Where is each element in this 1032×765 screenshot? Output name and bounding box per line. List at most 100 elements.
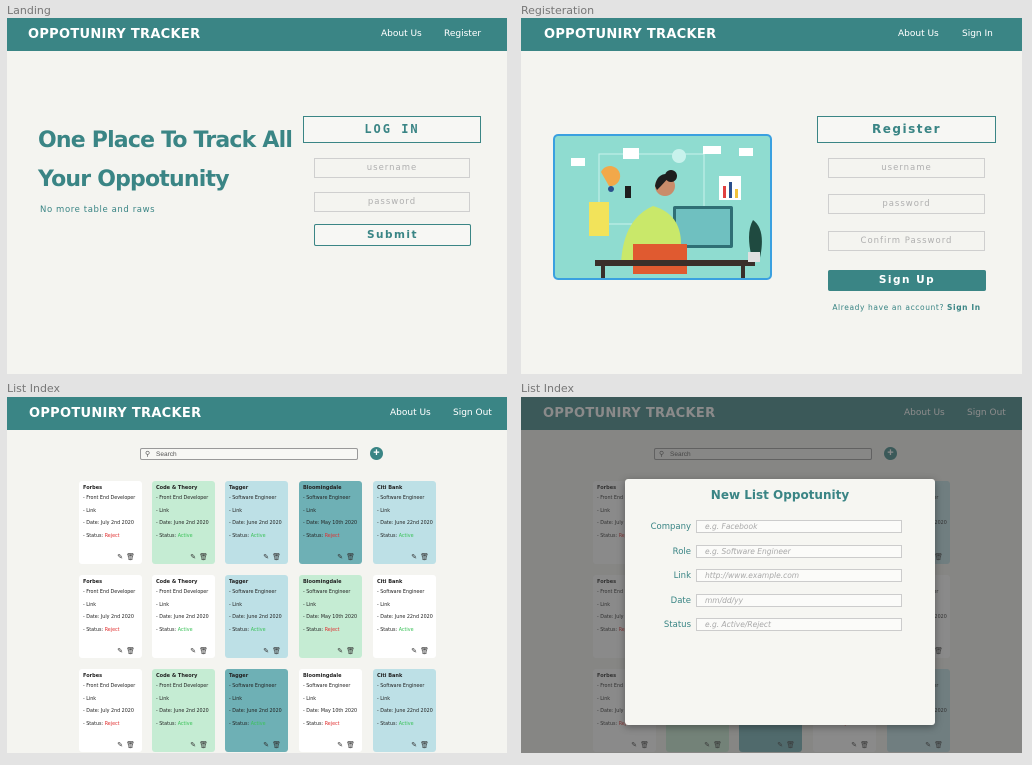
opportunity-card[interactable]: Code & Theory - Front End Developer - Link… [152, 575, 215, 658]
card-company: Bloomingdale [303, 579, 342, 585]
card-date: - Date: June 2nd 2020 [156, 615, 209, 620]
opportunity-card[interactable]: Bloomingdale - Software Engineer - Link - D… [299, 575, 362, 658]
card-link[interactable]: - Link [229, 509, 285, 515]
trash-icon[interactable]: 🗑 [346, 647, 358, 655]
nav-register-link[interactable]: Register [444, 29, 481, 39]
card-link[interactable]: - Link [156, 697, 212, 703]
edit-icon[interactable]: ✎ [337, 553, 346, 561]
card-actions: ✎🗑 [337, 647, 358, 655]
search-input[interactable]: ⚲ Search [140, 448, 358, 460]
edit-icon[interactable]: ✎ [337, 741, 346, 749]
card-link[interactable]: - Link [377, 509, 433, 515]
edit-icon[interactable]: ✎ [190, 553, 199, 561]
add-opportunity-button[interactable]: + [370, 447, 383, 460]
edit-icon[interactable]: ✎ [117, 741, 126, 749]
brand-logo[interactable]: OPPOTUNIRY TRACKER [28, 27, 200, 42]
card-role: - Front End Developer [156, 590, 209, 595]
card-role: - Software Engineer [229, 590, 277, 595]
trash-icon[interactable]: 🗑 [199, 647, 211, 655]
card-link[interactable]: - Link [303, 697, 359, 703]
trash-icon[interactable]: 🗑 [199, 553, 211, 561]
card-actions: ✎🗑 [263, 553, 284, 561]
trash-icon[interactable]: 🗑 [420, 553, 432, 561]
password-input[interactable]: password [828, 194, 985, 214]
card-link[interactable]: - Link [377, 603, 433, 609]
card-date: - Date: May 10th 2020 [303, 709, 358, 714]
company-input[interactable]: e.g. Facebook [696, 520, 902, 533]
opportunity-card[interactable]: Bloomingdale - Software Engineer - Link - D… [299, 669, 362, 752]
sign-up-button[interactable]: Sign Up [828, 270, 986, 291]
list-index-modal-frame: OPPOTUNIRY TRACKER About Us Sign Out ⚲ S… [521, 397, 1022, 753]
trash-icon[interactable]: 🗑 [420, 741, 432, 749]
card-actions: ✎🗑 [117, 553, 138, 561]
password-input[interactable]: password [314, 192, 470, 212]
opportunity-card[interactable]: Citi Bank - Software Engineer - Link - Date… [373, 575, 436, 658]
brand-logo[interactable]: OPPOTUNIRY TRACKER [29, 406, 201, 421]
trash-icon[interactable]: 🗑 [272, 553, 284, 561]
opportunity-card[interactable]: Forbes - Front End Developer - Link - Date:… [79, 481, 142, 564]
company-label: Company [650, 522, 691, 532]
confirm-password-input[interactable]: Confirm Password [828, 231, 985, 251]
submit-button[interactable]: Submit [314, 224, 471, 246]
trash-icon[interactable]: 🗑 [272, 647, 284, 655]
card-status: - Status: Reject [303, 722, 359, 728]
opportunity-card[interactable]: Code & Theory - Front End Developer - Link… [152, 669, 215, 752]
username-input[interactable]: username [828, 158, 985, 178]
nav-sign-in-link[interactable]: Sign In [962, 29, 993, 39]
date-input[interactable]: mm/dd/yy [696, 594, 902, 607]
edit-icon[interactable]: ✎ [337, 647, 346, 655]
opportunity-card[interactable]: Bloomingdale - Software Engineer - Link - D… [299, 481, 362, 564]
edit-icon[interactable]: ✎ [190, 647, 199, 655]
trash-icon[interactable]: 🗑 [126, 741, 138, 749]
opportunity-card[interactable]: Forbes - Front End Developer - Link - Date:… [79, 575, 142, 658]
role-input[interactable]: e.g. Software Engineer [696, 545, 902, 558]
edit-icon[interactable]: ✎ [263, 553, 272, 561]
card-link[interactable]: - Link [303, 603, 359, 609]
edit-icon[interactable]: ✎ [190, 741, 199, 749]
nav-sign-out-link[interactable]: Sign Out [453, 408, 492, 418]
trash-icon[interactable]: 🗑 [199, 741, 211, 749]
brand-logo[interactable]: OPPOTUNIRY TRACKER [544, 27, 716, 42]
card-status: - Status: Active [377, 722, 433, 728]
opportunity-card[interactable]: Forbes - Front End Developer - Link - Date:… [79, 669, 142, 752]
edit-icon[interactable]: ✎ [411, 741, 420, 749]
link-input[interactable]: http://www.example.com [696, 569, 902, 582]
opportunity-card[interactable]: Citi Bank - Software Engineer - Link - Date… [373, 481, 436, 564]
status-input[interactable]: e.g. Active/Reject [696, 618, 902, 631]
trash-icon[interactable]: 🗑 [126, 553, 138, 561]
opportunity-card[interactable]: Tagger - Software Engineer - Link - Date: J… [225, 669, 288, 752]
edit-icon[interactable]: ✎ [411, 553, 420, 561]
nav-about-link[interactable]: About Us [898, 29, 939, 39]
edit-icon[interactable]: ✎ [117, 647, 126, 655]
trash-icon[interactable]: 🗑 [272, 741, 284, 749]
card-link[interactable]: - Link [83, 603, 139, 609]
edit-icon[interactable]: ✎ [117, 553, 126, 561]
card-status: - Status: Reject [83, 534, 139, 540]
card-link[interactable]: - Link [229, 603, 285, 609]
edit-icon[interactable]: ✎ [263, 647, 272, 655]
opportunity-card[interactable]: Citi Bank - Software Engineer - Link - Date… [373, 669, 436, 752]
card-link[interactable]: - Link [156, 509, 212, 515]
trash-icon[interactable]: 🗑 [346, 741, 358, 749]
card-link[interactable]: - Link [377, 697, 433, 703]
card-status-value: Reject [104, 721, 120, 727]
username-input[interactable]: username [314, 158, 470, 178]
card-link[interactable]: - Link [83, 509, 139, 515]
role-label: Role [672, 547, 691, 557]
trash-icon[interactable]: 🗑 [420, 647, 432, 655]
card-link[interactable]: - Link [156, 603, 212, 609]
card-link[interactable]: - Link [229, 697, 285, 703]
edit-icon[interactable]: ✎ [263, 741, 272, 749]
nav-about-link[interactable]: About Us [390, 408, 431, 418]
trash-icon[interactable]: 🗑 [126, 647, 138, 655]
card-link[interactable]: - Link [83, 697, 139, 703]
card-role: - Software Engineer [303, 590, 351, 595]
card-link[interactable]: - Link [303, 509, 359, 515]
opportunity-card[interactable]: Tagger - Software Engineer - Link - Date: J… [225, 481, 288, 564]
nav-about-link[interactable]: About Us [381, 29, 422, 39]
edit-icon[interactable]: ✎ [411, 647, 420, 655]
trash-icon[interactable]: 🗑 [346, 553, 358, 561]
opportunity-card[interactable]: Tagger - Software Engineer - Link - Date: J… [225, 575, 288, 658]
opportunity-card[interactable]: Code & Theory - Front End Developer - Link… [152, 481, 215, 564]
sign-in-link[interactable]: Sign In [947, 303, 981, 312]
